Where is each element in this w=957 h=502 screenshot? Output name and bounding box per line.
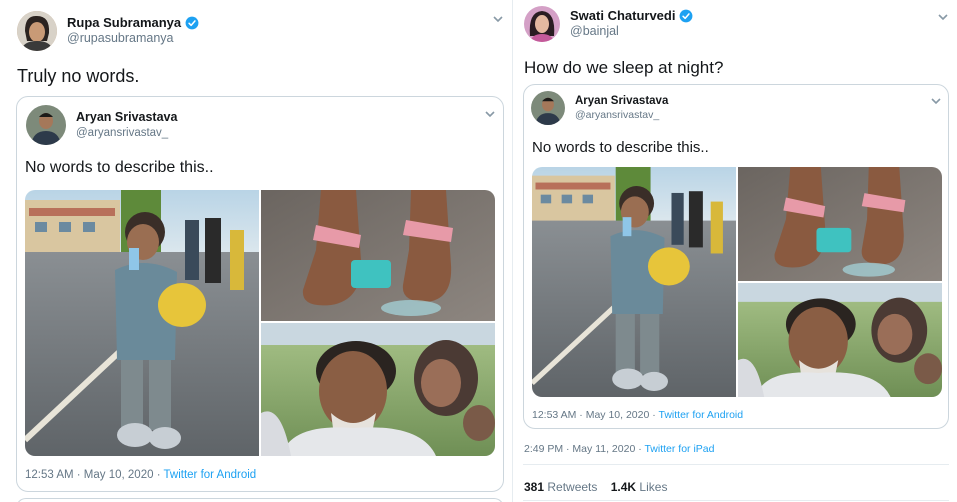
quoted-author-name[interactable]: Aryan Srivastava	[76, 110, 177, 126]
quoted-source-link[interactable]: Twitter for Android	[658, 409, 743, 421]
retweets-stat[interactable]: 381 Retweets	[524, 480, 597, 494]
photo-child-on-road[interactable]	[25, 190, 259, 456]
quoted-author-handle[interactable]: @aryansrivastav_	[575, 109, 668, 122]
photo-feet[interactable]	[261, 190, 495, 321]
quoted-tweet-header: Aryan Srivastava @aryansrivastav_	[531, 91, 668, 125]
photo-elderly-man[interactable]	[738, 283, 942, 397]
avatar[interactable]	[17, 11, 57, 51]
quoted-tweet-meta: 12:53 AM · May 10, 2020 · Twitter for An…	[532, 409, 743, 421]
quoted-avatar[interactable]	[26, 105, 66, 145]
likes-count: 1.4K	[610, 480, 637, 494]
verified-badge-icon	[680, 9, 693, 23]
photo-elderly-man[interactable]	[261, 323, 495, 456]
tweet-header: Swati Chaturvedi @bainjal	[524, 6, 693, 42]
quoted-avatar[interactable]	[531, 91, 565, 125]
tweet-text: How do we sleep at night?	[524, 58, 724, 77]
meta-separator: ·	[153, 469, 164, 481]
tweet-timestamp[interactable]: 2:49 PM · May 11, 2020	[524, 443, 635, 455]
quoted-tweet-header: Aryan Srivastava @aryansrivastav_	[26, 105, 177, 145]
tweet-text: Truly no words.	[17, 66, 140, 86]
quoted-timestamp[interactable]: 12:53 AM · May 10, 2020	[25, 469, 154, 481]
likes-stat[interactable]: 1.4K Likes	[611, 480, 668, 494]
quoted-tweet[interactable]: Aryan Srivastava @aryansrivastav_ No wor…	[523, 84, 949, 429]
photo-grid	[532, 167, 942, 397]
verified-badge-icon	[185, 16, 199, 30]
quoted-tweet[interactable]: Aryan Srivastava @aryansrivastav_ No wor…	[16, 96, 504, 492]
photo-child-on-road[interactable]	[532, 167, 736, 397]
author-name[interactable]: Rupa Subramanya	[67, 15, 181, 31]
tweet-card-right[interactable]: Swati Chaturvedi @bainjal How do we slee…	[512, 0, 957, 502]
tweet-header: Rupa Subramanya @rupasubramanya	[17, 11, 199, 51]
retweets-label: Retweets	[544, 480, 598, 494]
photo-grid	[25, 190, 495, 456]
author-handle[interactable]: @rupasubramanya	[67, 31, 199, 47]
likes-label: Likes	[636, 480, 668, 494]
quoted-author-name[interactable]: Aryan Srivastava	[575, 94, 668, 108]
tweet-card-left[interactable]: Rupa Subramanya @rupasubramanya Truly no…	[0, 0, 512, 502]
chevron-down-icon[interactable]	[491, 12, 505, 26]
chevron-down-icon[interactable]	[936, 10, 950, 24]
author-handle[interactable]: @bainjal	[570, 24, 693, 40]
tweet-meta: 2:49 PM · May 11, 2020 · Twitter for iPa…	[524, 443, 714, 455]
retweets-count: 381	[524, 480, 545, 494]
quoted-tweet-text: No words to describe this..	[532, 139, 709, 156]
tweet-source-link[interactable]: Twitter for iPad	[644, 443, 714, 455]
quoted-author-handle[interactable]: @aryansrivastav_	[76, 126, 177, 140]
divider	[523, 464, 949, 465]
chevron-down-icon[interactable]	[483, 107, 497, 121]
chevron-down-icon[interactable]	[929, 94, 943, 108]
avatar[interactable]	[524, 6, 560, 42]
author-name[interactable]: Swati Chaturvedi	[570, 8, 675, 24]
tweet-stats: 381 Retweets 1.4K Likes	[524, 480, 667, 494]
next-card-edge	[16, 498, 504, 502]
quoted-tweet-meta: 12:53 AM · May 10, 2020 · Twitter for An…	[25, 469, 256, 481]
quoted-source-link[interactable]: Twitter for Android	[164, 469, 257, 481]
photo-feet[interactable]	[738, 167, 942, 281]
quoted-timestamp[interactable]: 12:53 AM · May 10, 2020	[532, 409, 649, 421]
divider	[523, 500, 949, 501]
quoted-tweet-text: No words to describe this..	[25, 159, 214, 176]
